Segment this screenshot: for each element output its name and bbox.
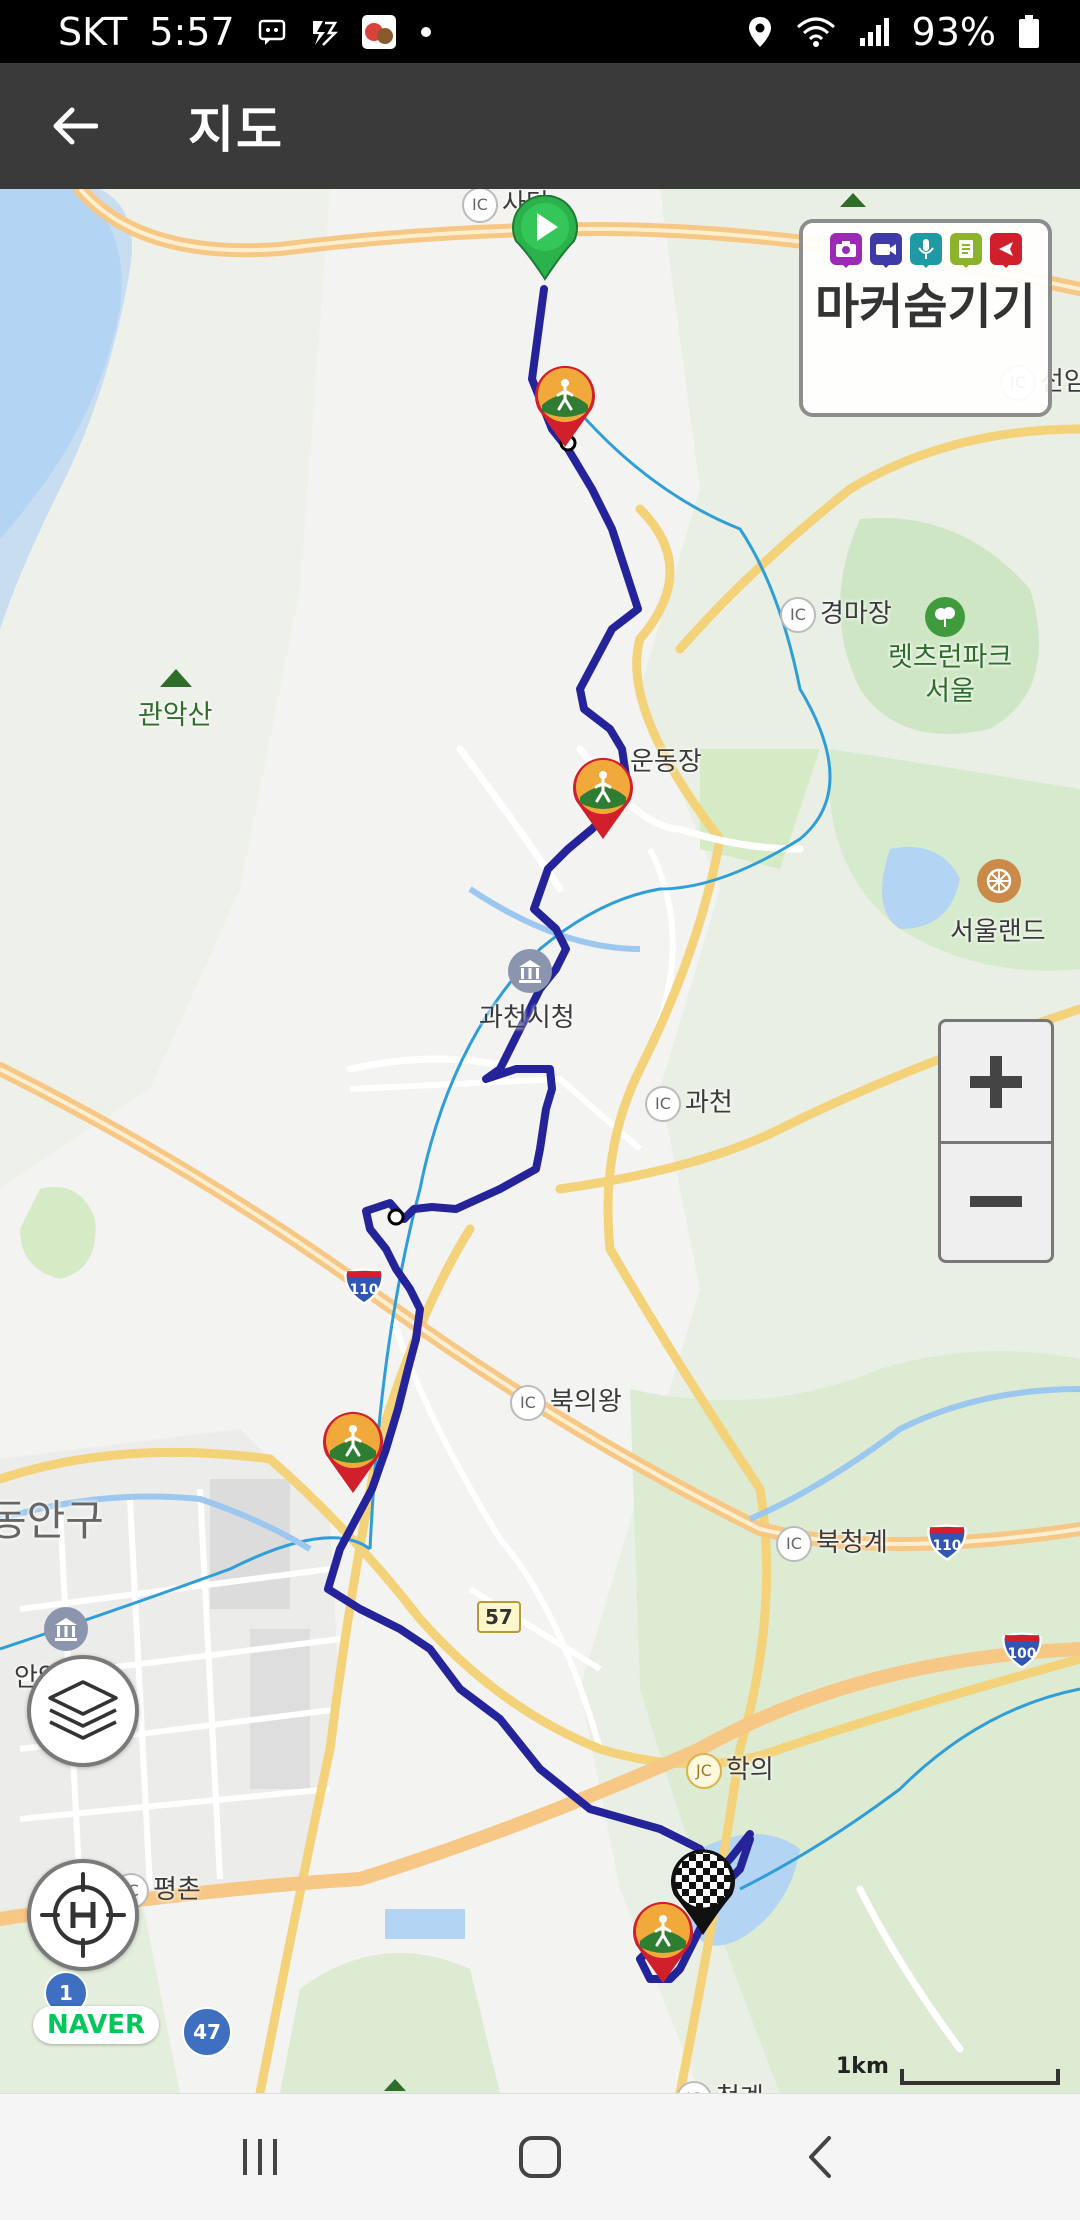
cityhall-icon (508, 949, 552, 993)
app-notification-icon (361, 14, 397, 50)
map-base (0, 189, 1080, 2093)
nav-back-button[interactable] (760, 2117, 880, 2197)
zoom-control (938, 1019, 1054, 1263)
page-title: 지도 (188, 101, 284, 159)
status-time: 5:57 (149, 9, 235, 54)
minus-icon (970, 1196, 1022, 1207)
amusement-icon (977, 859, 1021, 903)
home-button[interactable] (480, 2117, 600, 2197)
home-target-icon (40, 1872, 126, 1958)
finish-marker-icon[interactable] (668, 1847, 738, 1937)
app-bar: 지도 (0, 63, 1080, 189)
signal-icon (858, 16, 890, 48)
flag-marker-icon[interactable] (989, 233, 1022, 268)
battery-icon (1018, 14, 1040, 49)
home-icon (519, 2136, 561, 2178)
carrier-label: SKT (58, 9, 128, 54)
highway-shield-110-b: 110 (927, 1524, 967, 1561)
scale-label: 1km (836, 2054, 889, 2079)
wifi-icon (796, 15, 836, 49)
hiker-waypoint-icon[interactable] (570, 757, 636, 841)
system-nav-bar (0, 2093, 1080, 2220)
route-57-sign: 57 (477, 1601, 521, 1633)
marker-hide-label: 마커숨기기 (815, 279, 1036, 335)
highway-shield-110-a: 110 (344, 1268, 384, 1305)
map-label-bukuiwang: IC 북의왕 (510, 1381, 622, 1421)
ic-badge: IC (510, 1384, 546, 1421)
start-marker-icon[interactable] (510, 195, 580, 281)
plus-icon (970, 1055, 1022, 1108)
voice-marker-icon[interactable] (909, 233, 942, 268)
anyang-cityhall-icon (44, 1607, 88, 1651)
route-47-sign: 47 (182, 2007, 232, 2057)
map-label-gyeongmajang: IC 경마장 (780, 593, 892, 633)
marker-hide-panel[interactable]: 마커숨기기 (799, 219, 1052, 417)
status-bar: SKT 5:57 93% (0, 0, 1080, 63)
naver-logo: NAVER (33, 2006, 160, 2044)
map-label-dongan-gu: 동안구 (0, 1496, 104, 1545)
zoom-in-button[interactable] (941, 1022, 1051, 1141)
map-label-bukcheonggye: IC 북청계 (776, 1522, 888, 1562)
ic-badge: IC (645, 1085, 681, 1122)
arrow-left-icon (53, 107, 98, 145)
jc-badge: JC (686, 1752, 722, 1789)
marker-type-icons (815, 233, 1036, 268)
recent-apps-icon (243, 2139, 277, 2175)
ic-badge: IC (776, 1525, 812, 1562)
map-label-undongjang: 운동장 (630, 747, 702, 777)
video-marker-icon[interactable] (869, 233, 902, 268)
ic-badge: IC (462, 189, 498, 223)
back-button[interactable] (0, 63, 150, 189)
zoom-out-button[interactable] (941, 1141, 1051, 1260)
route-110-b: 110 (933, 1538, 962, 1554)
dot-icon (419, 25, 433, 39)
map-label-hakui: JC 학의 (686, 1749, 774, 1789)
hiker-waypoint-icon[interactable] (532, 365, 598, 449)
map-label-letsrun-park: 렛츠런파크 서울 (888, 642, 1013, 707)
back-icon (809, 2136, 831, 2178)
memo-marker-icon[interactable] (949, 233, 982, 268)
camera-marker-icon[interactable] (829, 233, 862, 268)
battery-percent: 93% (911, 9, 996, 54)
location-icon (746, 15, 774, 49)
route-110-a: 110 (350, 1282, 379, 1298)
route-100: 100 (1008, 1646, 1037, 1662)
map-view[interactable]: IC사당 관악산 IC경마장 IC선암 렛츠런파크 서울 운동장 서울랜드 과천… (0, 189, 1080, 2093)
recent-apps-button[interactable] (200, 2117, 320, 2197)
map-label-gwacheon-cityhall: 과천시청 (479, 1003, 575, 1033)
park-icon (925, 597, 965, 637)
home-location-button[interactable] (27, 1859, 139, 1971)
layers-button[interactable] (27, 1655, 139, 1767)
chat-icon (257, 17, 287, 47)
hiker-waypoint-icon[interactable] (320, 1411, 386, 1495)
map-label-bottom-cut: IC청계 (676, 2077, 764, 2093)
map-label-gwacheon: IC 과천 (645, 1082, 733, 1122)
ic-badge: IC (676, 2080, 712, 2093)
map-label-seoulland: 서울랜드 (950, 917, 1046, 947)
ic-badge: IC (780, 596, 816, 633)
map-label-gwanaksan: 관악산 (138, 700, 213, 731)
layers-icon (48, 1680, 118, 1740)
highway-shield-100: 100 (1002, 1632, 1042, 1669)
scale-bar (900, 2069, 1060, 2085)
shortcut-icon (309, 17, 339, 47)
